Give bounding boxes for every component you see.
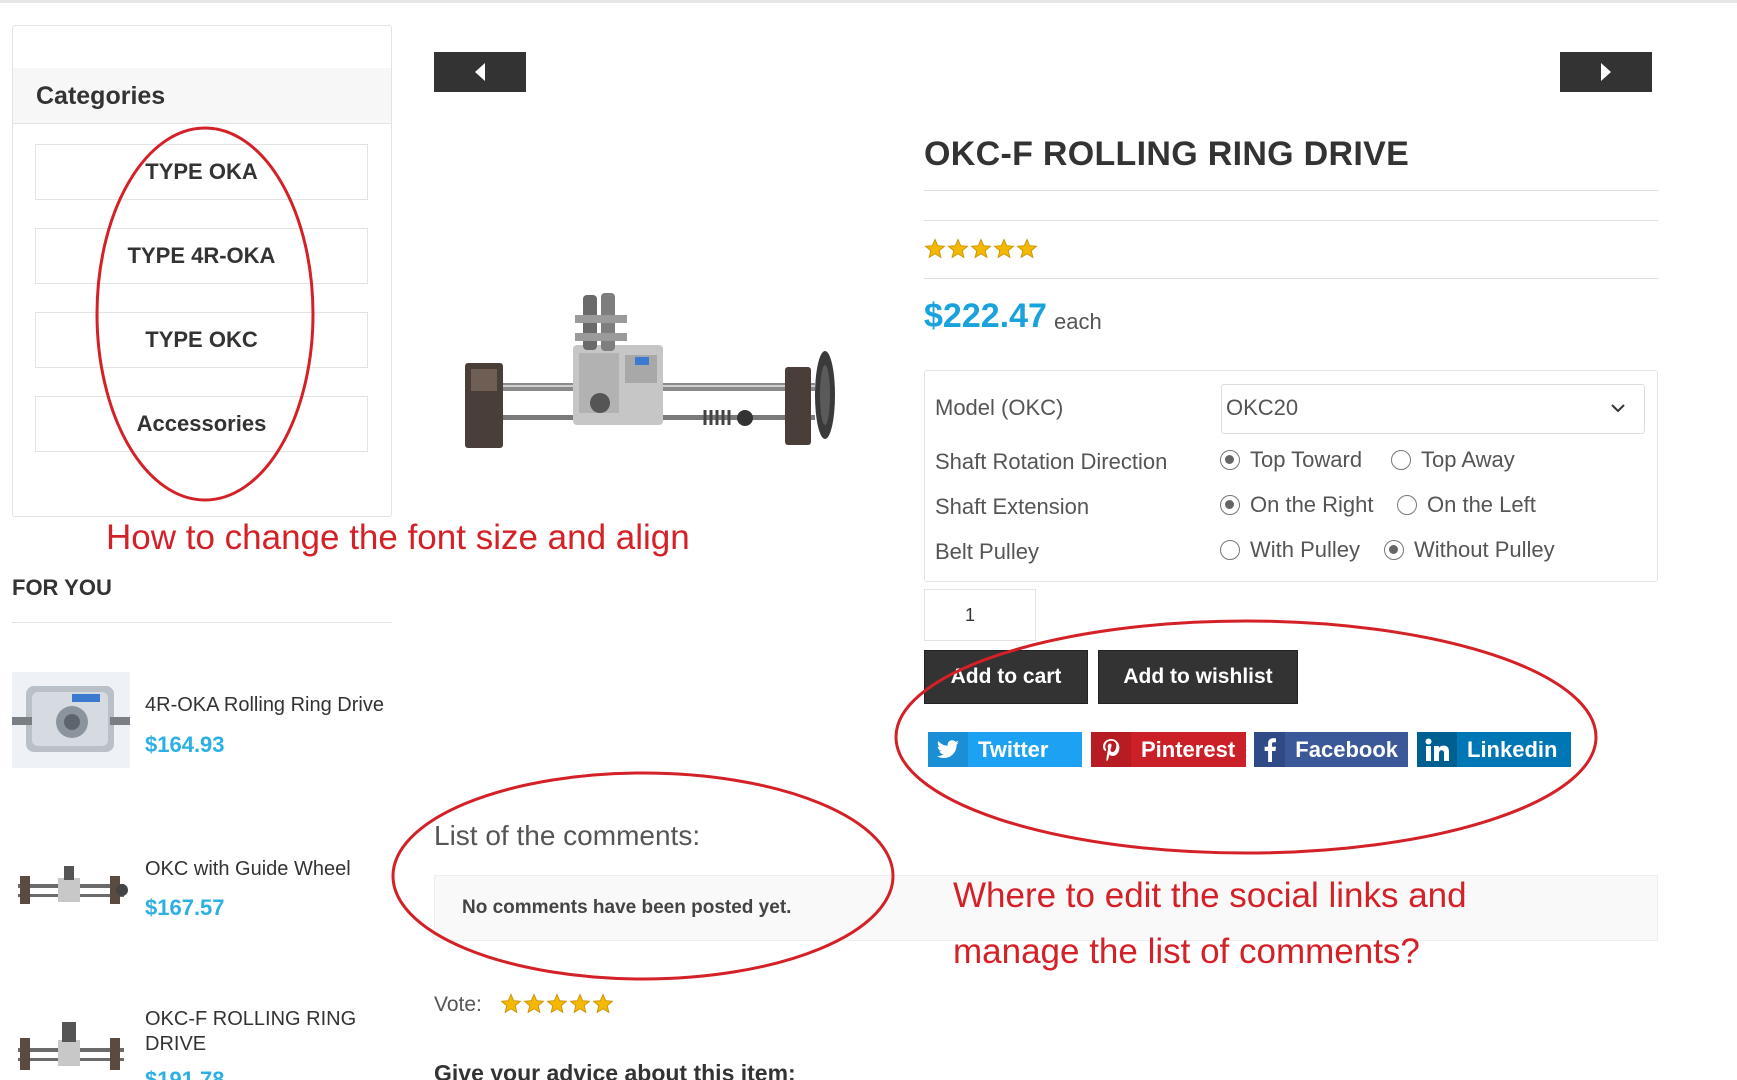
product-price: $222.47 [924, 297, 1047, 335]
category-item-type-okc[interactable]: TYPE OKC [35, 312, 368, 368]
linkedin-label: Linkedin [1467, 736, 1558, 762]
annotation-note-social-line2: manage the list of comments? [953, 932, 1420, 971]
no-comments-text: No comments have been posted yet. [462, 897, 792, 918]
radio-on-the-right[interactable]: On the Right [1220, 492, 1374, 518]
pinterest-share-button[interactable]: Pinterest [1091, 732, 1246, 767]
radio-dot-with-pulley [1220, 540, 1240, 560]
title-divider-2 [924, 220, 1658, 221]
title-divider-1 [924, 190, 1658, 191]
star-icon [947, 238, 969, 259]
category-item-type-4r-oka[interactable]: TYPE 4R-OKA [35, 228, 368, 284]
pinterest-icon [1091, 732, 1131, 767]
star-icon [569, 993, 591, 1014]
shaft-rotation-label: Shaft Rotation Direction [935, 449, 1168, 474]
facebook-icon [1254, 732, 1286, 767]
add-to-wishlist-button[interactable]: Add to wishlist [1098, 650, 1298, 704]
linkedin-icon [1417, 732, 1457, 767]
for-you-divider [12, 622, 392, 623]
radio-dot-on-the-right [1220, 495, 1240, 515]
twitter-label: Twitter [978, 736, 1049, 762]
category-item-type-oka[interactable]: TYPE OKA [35, 144, 368, 200]
linkedin-share-button[interactable]: Linkedin [1417, 732, 1571, 767]
product-thumbnail-okc-guide[interactable] [12, 840, 130, 936]
comments-title: List of the comments: [434, 820, 701, 851]
vote-label: Vote: [434, 993, 482, 1016]
radio-top-away[interactable]: Top Away [1391, 447, 1515, 473]
previous-arrow-button[interactable] [434, 52, 526, 92]
chevron-down-icon [1611, 404, 1625, 413]
radio-label-top-away: Top Away [1421, 447, 1515, 472]
product-main-image [455, 285, 840, 485]
product-name-okc-f[interactable]: OKC-F ROLLING RING DRIVE [145, 1007, 385, 1057]
product-price-okc-guide: $167.57 [145, 895, 225, 920]
categories-header: Categories [13, 68, 391, 124]
radio-dot-top-away [1391, 450, 1411, 470]
twitter-share-button[interactable]: Twitter [928, 732, 1082, 767]
product-thumbnail-4r-oka[interactable] [12, 672, 130, 768]
radio-label-with-pulley: With Pulley [1250, 537, 1361, 562]
rating-divider [924, 278, 1658, 279]
model-select[interactable]: OKC20 [1221, 384, 1645, 434]
star-icon [546, 993, 568, 1014]
product-name-okc-guide[interactable]: OKC with Guide Wheel [145, 857, 385, 882]
top-border [0, 0, 1737, 3]
facebook-label: Facebook [1295, 736, 1398, 762]
categories-title: Categories [36, 82, 166, 110]
product-name-4r-oka[interactable]: 4R-OKA Rolling Ring Drive [145, 693, 385, 718]
radio-without-pulley[interactable]: Without Pulley [1384, 537, 1555, 563]
product-thumbnail-okc-f[interactable] [12, 1008, 130, 1080]
radio-top-toward[interactable]: Top Toward [1220, 447, 1362, 473]
star-icon [993, 238, 1015, 259]
radio-label-without-pulley: Without Pulley [1414, 537, 1555, 562]
radio-label-top-toward: Top Toward [1250, 447, 1363, 472]
star-icon [1016, 238, 1038, 259]
radio-dot-on-the-left [1397, 495, 1417, 515]
vote-rating-stars[interactable] [500, 993, 614, 1015]
quantity-input[interactable]: 1 [924, 589, 1036, 641]
add-to-cart-button[interactable]: Add to cart [924, 650, 1088, 704]
twitter-icon [928, 732, 968, 767]
radio-label-on-the-right: On the Right [1250, 492, 1374, 517]
pinterest-label: Pinterest [1141, 736, 1236, 762]
caret-right-icon [1601, 63, 1611, 81]
star-icon [523, 993, 545, 1014]
radio-label-on-the-left: On the Left [1427, 492, 1536, 517]
radio-on-the-left[interactable]: On the Left [1397, 492, 1536, 518]
price-unit: each [1054, 309, 1102, 334]
advice-title: Give your advice about this item: [434, 1060, 796, 1080]
product-title: OKC-F ROLLING RING DRIVE [924, 135, 1410, 173]
star-icon [592, 993, 614, 1014]
facebook-share-button[interactable]: Facebook [1254, 732, 1408, 767]
product-price-okc-f: $191.78 [145, 1067, 225, 1080]
next-arrow-button[interactable] [1560, 52, 1652, 92]
product-rating-stars [924, 238, 1038, 260]
shaft-extension-label: Shaft Extension [935, 494, 1090, 519]
product-price-4r-oka: $164.93 [145, 732, 225, 757]
radio-dot-top-toward [1220, 450, 1240, 470]
annotation-note-social-line1: Where to edit the social links and [953, 876, 1467, 915]
star-icon [970, 238, 992, 259]
star-icon [924, 238, 946, 259]
model-label: Model (OKC) [935, 395, 1064, 420]
belt-pulley-label: Belt Pulley [935, 539, 1039, 564]
radio-dot-without-pulley [1384, 540, 1404, 560]
quantity-value: 1 [965, 605, 976, 625]
annotation-note-font-size: How to change the font size and align [106, 518, 690, 557]
category-item-accessories[interactable]: Accessories [35, 396, 368, 452]
for-you-title: FOR YOU [12, 575, 112, 600]
radio-with-pulley[interactable]: With Pulley [1220, 537, 1360, 563]
star-icon [500, 993, 522, 1014]
caret-left-icon [475, 63, 485, 81]
model-select-value: OKC20 [1226, 395, 1299, 420]
